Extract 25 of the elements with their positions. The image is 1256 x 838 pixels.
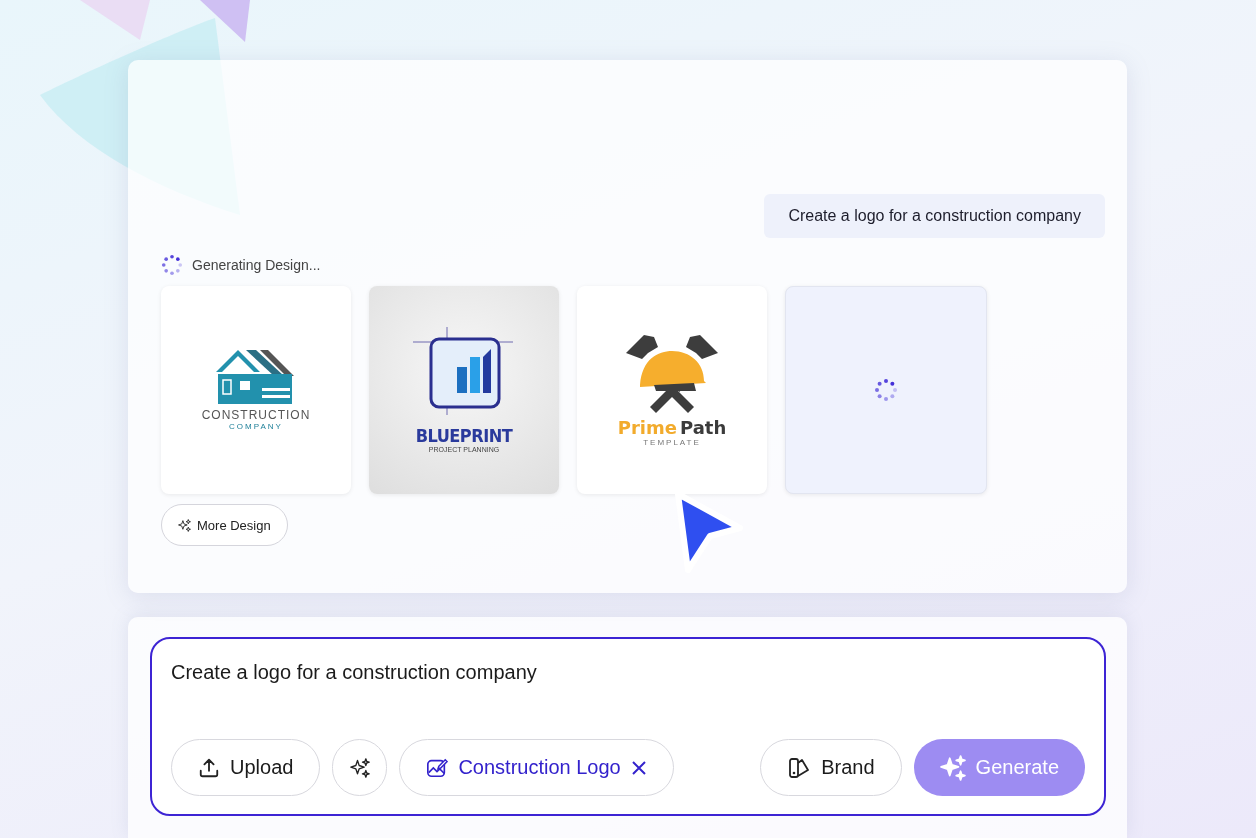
logo-tagline: TEMPLATE (643, 438, 701, 447)
sparkle-icon (939, 754, 966, 781)
logo-text: Path (679, 417, 727, 438)
swatch-icon (787, 755, 812, 780)
status-text: Generating Design... (192, 257, 321, 273)
tag-chip[interactable]: Construction Logo (399, 739, 674, 796)
logo-text: Prime (617, 417, 677, 438)
prompt-field[interactable]: Create a logo for a construction company (171, 661, 771, 691)
logo-tagline: COMPANY (229, 421, 283, 431)
upload-button[interactable]: Upload (171, 739, 321, 796)
more-design-button[interactable]: More Design (161, 504, 288, 546)
logo-tile[interactable]: Prime Path TEMPLATE (577, 286, 767, 494)
sparkle-icon (178, 518, 191, 532)
sparkle-icon (349, 757, 370, 778)
logo-tile[interactable]: CONSTRUCTION COMPANY (161, 286, 351, 494)
user-message: Create a logo for a construction company (764, 194, 1105, 238)
logo-text: BLUEPRINT (415, 425, 513, 446)
upload-icon (198, 756, 220, 779)
image-edit-icon (426, 756, 449, 779)
spinner-icon (874, 378, 898, 402)
spinner-icon (161, 254, 183, 276)
close-icon[interactable] (630, 759, 647, 776)
logo-text: CONSTRUCTION (201, 407, 311, 422)
tag-label: Construction Logo (458, 756, 621, 779)
brand-button[interactable]: Brand (760, 739, 902, 796)
